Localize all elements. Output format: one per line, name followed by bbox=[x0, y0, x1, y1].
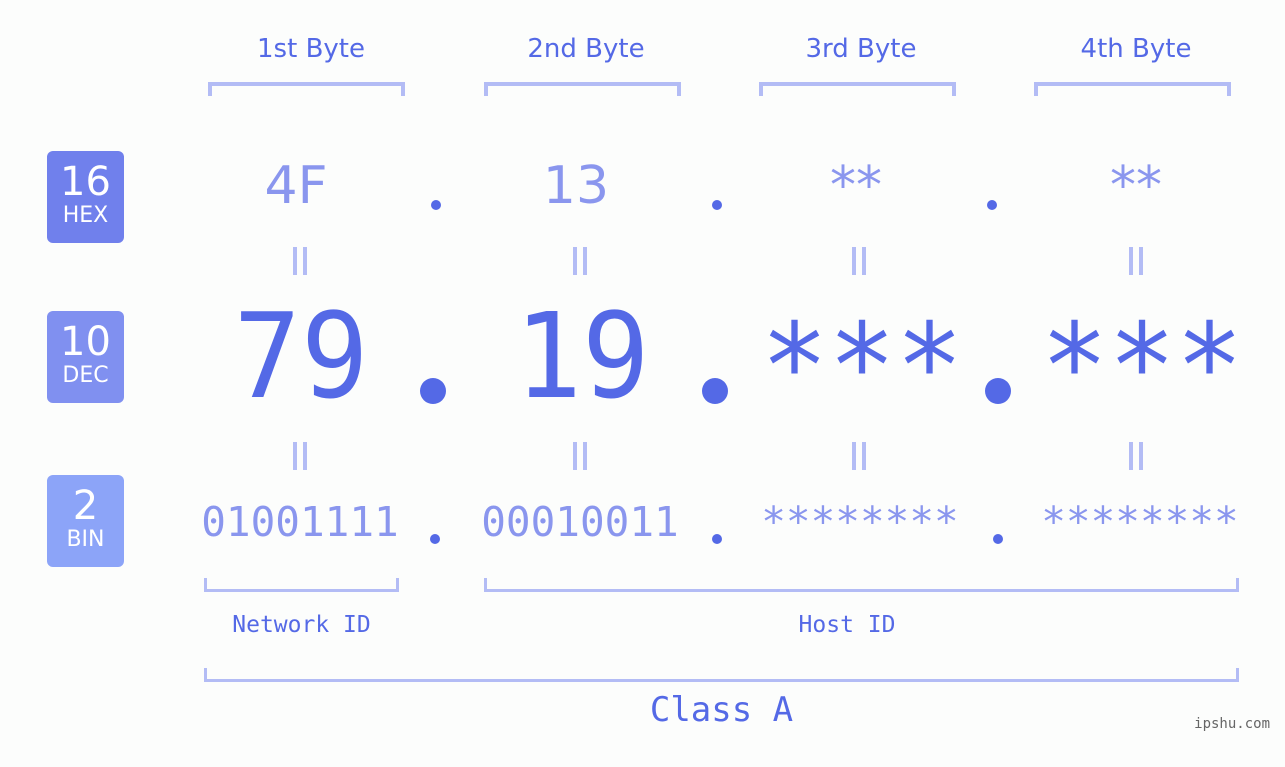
byte-4-bracket bbox=[1034, 82, 1231, 96]
hex-byte-2: 13 bbox=[542, 156, 610, 216]
hex-separator-dot bbox=[431, 200, 441, 210]
dec-byte-4: *** bbox=[1040, 297, 1244, 435]
equals-icon bbox=[292, 247, 308, 275]
bin-byte-3: ******** bbox=[761, 498, 959, 546]
hex-badge-label: HEX bbox=[62, 203, 109, 228]
equals-icon bbox=[1128, 442, 1144, 470]
equals-icon bbox=[292, 442, 308, 470]
bin-separator-dot bbox=[712, 534, 722, 544]
byte-header-2: 2nd Byte bbox=[527, 34, 645, 64]
bin-badge-label: BIN bbox=[66, 527, 105, 552]
equals-icon bbox=[572, 247, 588, 275]
byte-header-3: 3rd Byte bbox=[805, 34, 917, 64]
bin-separator-dot bbox=[430, 534, 440, 544]
byte-2-bracket bbox=[484, 82, 681, 96]
bin-byte-2: 00010011 bbox=[481, 498, 679, 546]
class-label: Class A bbox=[649, 690, 794, 730]
hex-byte-1: 4F bbox=[264, 156, 328, 216]
network-id-label: Network ID bbox=[232, 612, 371, 638]
dec-byte-3: *** bbox=[760, 297, 964, 435]
bin-separator-dot bbox=[993, 534, 1003, 544]
hex-byte-3: ** bbox=[830, 156, 882, 216]
byte-1-bracket bbox=[208, 82, 405, 96]
class-bracket bbox=[204, 668, 1239, 682]
equals-icon bbox=[1128, 247, 1144, 275]
network-id-bracket bbox=[204, 578, 399, 592]
hex-byte-4: ** bbox=[1110, 156, 1162, 216]
byte-header-1: 1st Byte bbox=[257, 34, 365, 64]
dec-badge: 10 DEC bbox=[47, 311, 124, 403]
watermark: ipshu.com bbox=[1194, 716, 1270, 732]
equals-icon bbox=[572, 442, 588, 470]
dec-badge-label: DEC bbox=[62, 363, 109, 388]
bin-byte-4: ******** bbox=[1041, 498, 1239, 546]
host-id-label: Host ID bbox=[798, 612, 896, 638]
dec-byte-2: 19 bbox=[514, 287, 650, 425]
byte-3-bracket bbox=[759, 82, 956, 96]
bin-badge: 2 BIN bbox=[47, 475, 124, 567]
bin-badge-number: 2 bbox=[72, 483, 99, 529]
host-id-bracket bbox=[484, 578, 1239, 592]
dec-separator-dot bbox=[420, 378, 446, 404]
equals-icon bbox=[851, 442, 867, 470]
dec-byte-1: 79 bbox=[233, 287, 369, 425]
byte-header-4: 4th Byte bbox=[1080, 34, 1192, 64]
hex-badge-number: 16 bbox=[60, 159, 111, 205]
equals-icon bbox=[851, 247, 867, 275]
dec-separator-dot bbox=[702, 378, 728, 404]
hex-separator-dot bbox=[712, 200, 722, 210]
hex-separator-dot bbox=[987, 200, 997, 210]
hex-badge: 16 HEX bbox=[47, 151, 124, 243]
dec-separator-dot bbox=[985, 378, 1011, 404]
dec-badge-number: 10 bbox=[60, 319, 111, 365]
bin-byte-1: 01001111 bbox=[201, 498, 399, 546]
